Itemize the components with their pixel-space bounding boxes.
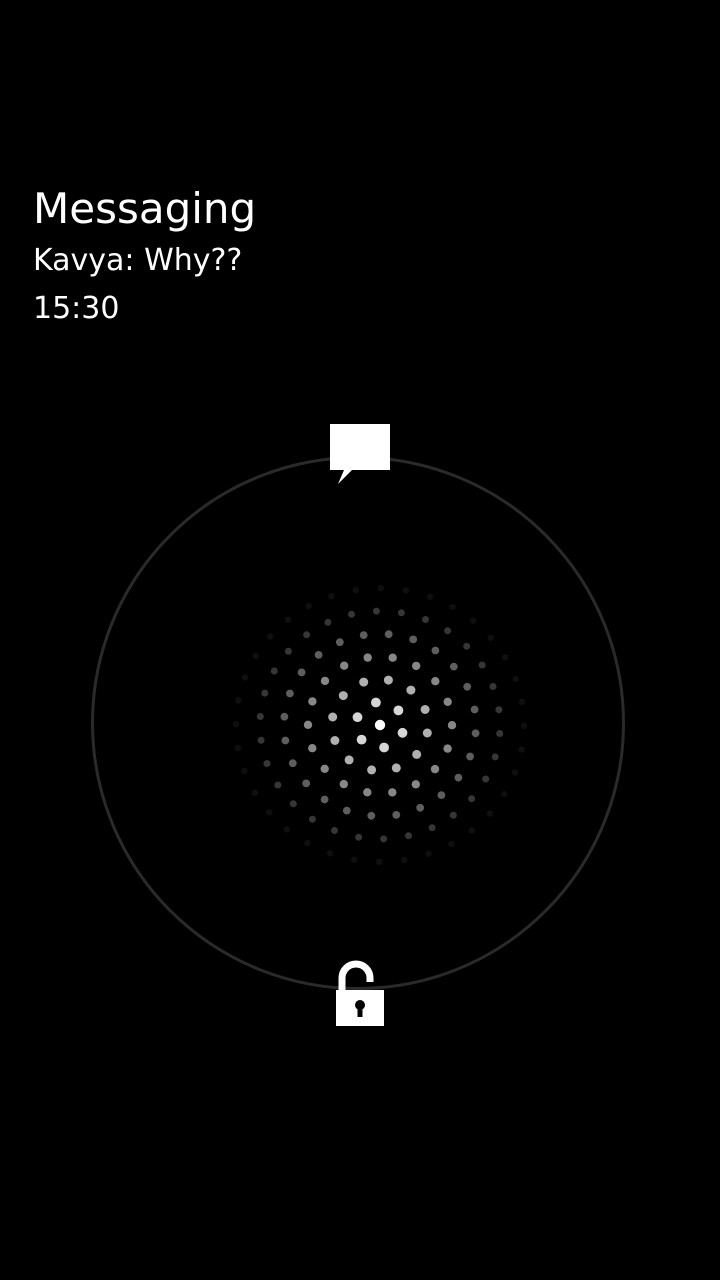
unlock-icon[interactable]: [330, 960, 390, 1030]
lockscreen: Messaging Kavya: Why?? 15:30: [0, 0, 720, 1280]
notification-time: 15:30: [33, 291, 120, 326]
notification-message: Kavya: Why??: [33, 243, 243, 278]
notification-app-name: Messaging: [33, 184, 257, 233]
notification[interactable]: Messaging Kavya: Why?? 15:30: [33, 183, 256, 329]
unlock-handle[interactable]: [220, 580, 540, 880]
message-icon[interactable]: [326, 420, 394, 488]
